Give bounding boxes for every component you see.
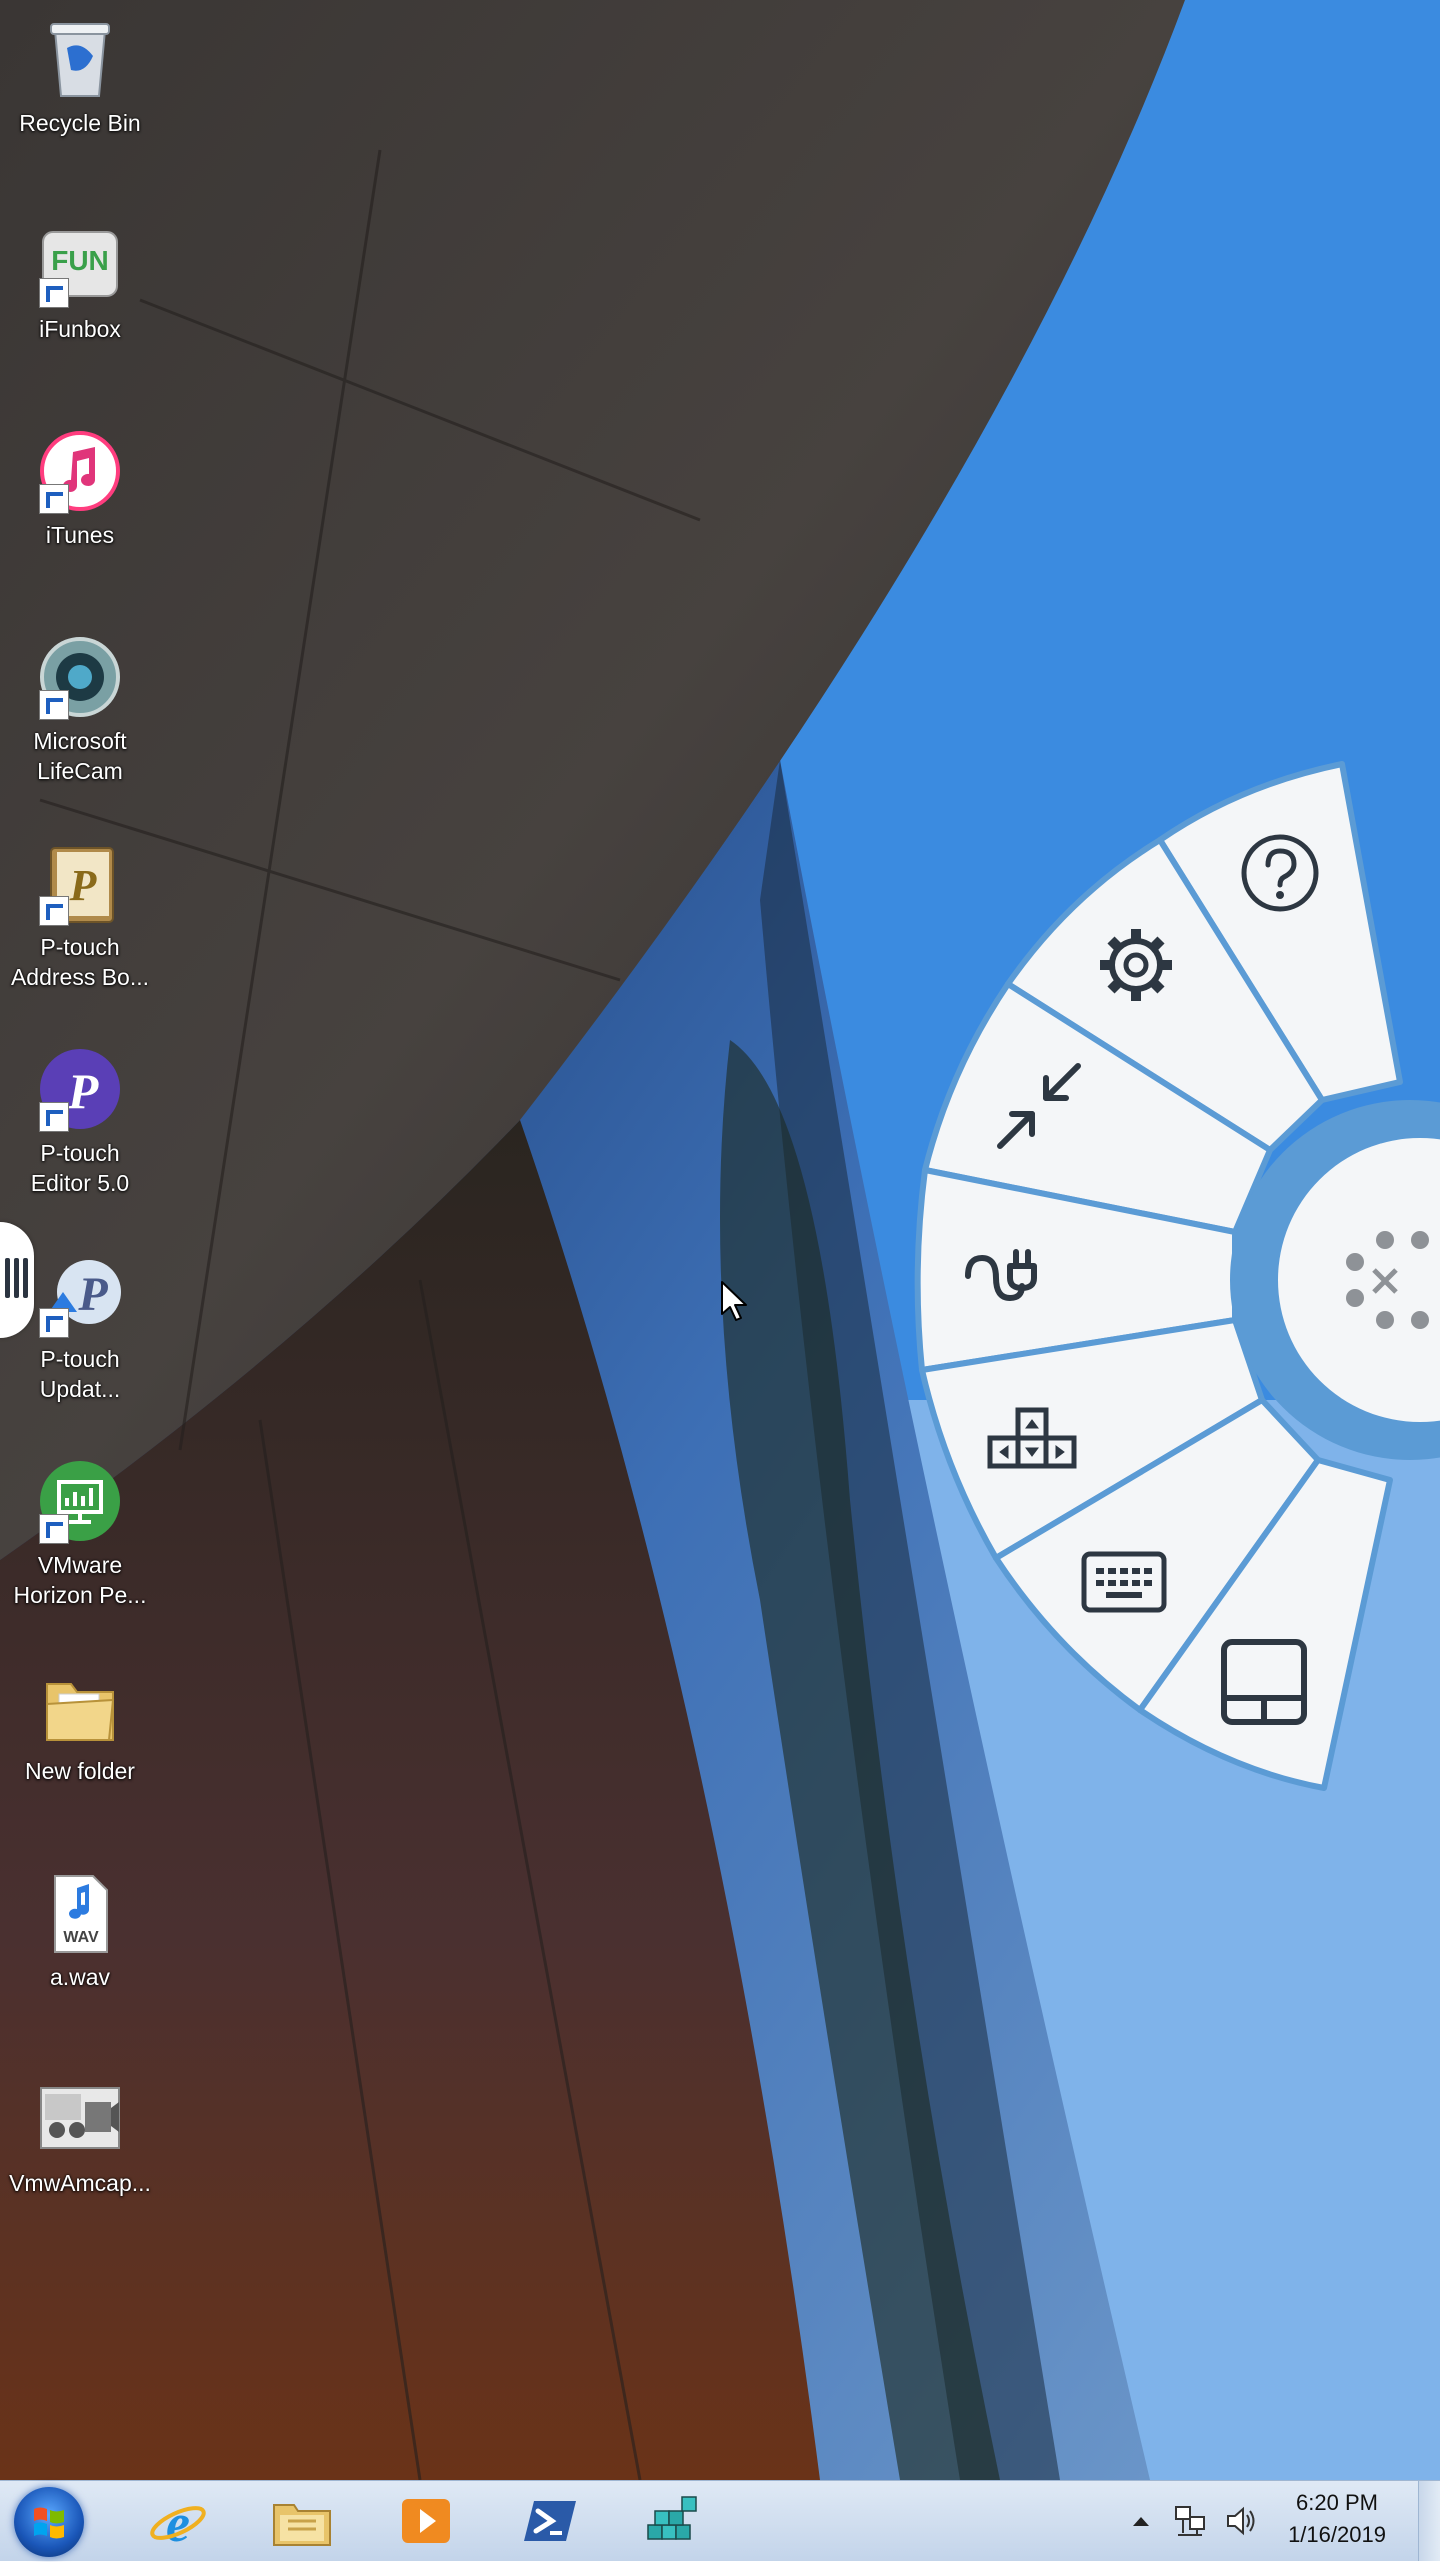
chevron-up-icon [1133,2517,1149,2526]
clock-date: 1/16/2019 [1288,2522,1386,2547]
svg-text:e: e [166,2493,190,2551]
volume-icon [1227,2506,1255,2536]
internet-explorer-icon: e [150,2493,206,2551]
show-hidden-icons-button[interactable] [1124,2481,1158,2561]
taskbar-powershell[interactable] [500,2485,600,2557]
mouse-cursor-icon [721,1281,747,1321]
media-player-icon [402,2499,450,2543]
powershell-icon [524,2501,576,2541]
taskbar-clock[interactable]: 6:20 PM 1/16/2019 [1262,2487,1412,2551]
taskbar: e 6:20 PM 1/16/2019 [0,2480,1440,2561]
file-explorer-icon [273,2504,331,2546]
taskbar-internet-explorer[interactable]: e [128,2485,228,2557]
radial-menu [914,761,1440,1791]
start-button[interactable] [14,2487,84,2557]
taskbar-app-cubes[interactable] [624,2485,724,2557]
taskbar-file-explorer[interactable] [252,2485,352,2557]
app-cubes-icon [647,2496,697,2540]
windows-logo-icon [34,2507,64,2539]
clock-time: 6:20 PM [1296,2490,1378,2515]
taskbar-media-player[interactable] [376,2485,476,2557]
volume-tray-icon[interactable] [1220,2481,1264,2561]
network-icon [1175,2506,1205,2536]
show-desktop-button[interactable] [1418,2481,1440,2561]
network-tray-icon[interactable] [1168,2481,1212,2561]
